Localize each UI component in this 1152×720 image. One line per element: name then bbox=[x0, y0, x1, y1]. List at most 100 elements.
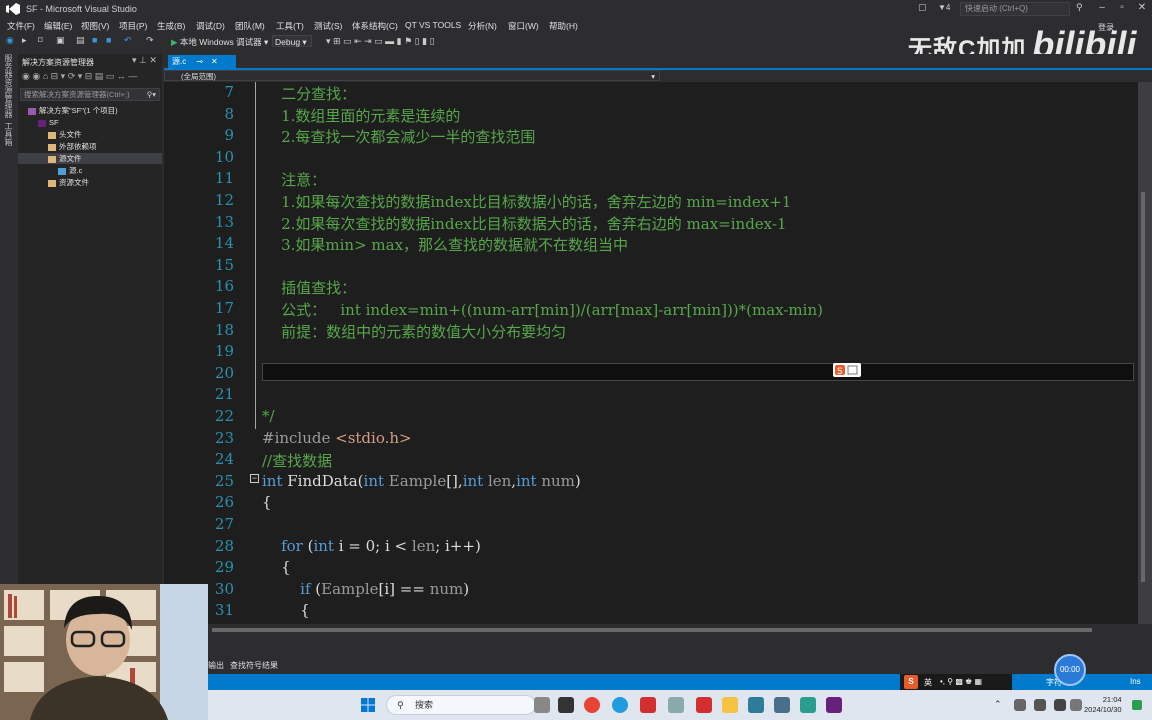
menu-edit[interactable]: 编辑(E) bbox=[44, 20, 72, 32]
redo-icon[interactable]: ↷ bbox=[146, 35, 154, 46]
tray-app-icon[interactable] bbox=[1034, 699, 1046, 711]
tray-app-icon[interactable] bbox=[1014, 699, 1026, 711]
menu-build[interactable]: 生成(B) bbox=[157, 20, 185, 32]
code-token: int bbox=[262, 471, 283, 490]
taskbar-search-box[interactable]: ⚲ 搜索 bbox=[386, 695, 536, 715]
line-number: 13 bbox=[214, 212, 234, 231]
toolbox-tab[interactable]: 工具箱 bbox=[4, 122, 14, 146]
panel-pin-icon[interactable]: ▾ ⊥ ✕ bbox=[132, 55, 157, 66]
menu-debug[interactable]: 调试(D) bbox=[196, 20, 225, 32]
undo-icon[interactable]: ↶ bbox=[124, 35, 132, 46]
code-token: */ bbox=[262, 407, 275, 425]
line-number: 7 bbox=[224, 83, 234, 101]
menu-analyze[interactable]: 分析(N) bbox=[468, 20, 497, 32]
menu-tools[interactable]: 工具(T) bbox=[276, 20, 304, 32]
sign-in-link[interactable]: 登录 bbox=[1098, 22, 1114, 33]
menu-window[interactable]: 窗口(W) bbox=[508, 20, 539, 32]
search-icon[interactable]: ⚲ bbox=[1076, 2, 1083, 13]
menu-qt-vs-tools[interactable]: QT VS TOOLS bbox=[405, 20, 461, 30]
tray-app-icon[interactable] bbox=[1054, 699, 1066, 711]
sogou-ime-icon[interactable]: S bbox=[904, 675, 918, 689]
maximize-button[interactable]: ▫ bbox=[1112, 2, 1132, 16]
clock-time: 21:04 bbox=[1102, 695, 1122, 704]
menu-view[interactable]: 视图(V) bbox=[81, 20, 109, 32]
ime-language-indicator[interactable]: 英 bbox=[924, 677, 932, 688]
visual-studio-taskbar-icon[interactable] bbox=[826, 697, 842, 713]
tab-find-symbol-results[interactable]: 查找符号结果 bbox=[230, 660, 278, 671]
tab-source-c[interactable]: 源.c ⊸ ✕ bbox=[168, 55, 236, 68]
open-file-icon[interactable]: ▤ bbox=[76, 35, 85, 46]
scrollbar-thumb[interactable] bbox=[1141, 192, 1145, 582]
tree-item[interactable]: 源.c bbox=[18, 165, 162, 176]
recording-timer[interactable]: 00:00 bbox=[1054, 654, 1086, 686]
task-view-icon[interactable] bbox=[558, 697, 574, 713]
wps-office-icon[interactable] bbox=[696, 697, 712, 713]
tree-item[interactable]: 解决方案"SF"(1 个项目) bbox=[18, 105, 162, 116]
editor-vertical-scrollbar[interactable] bbox=[1138, 82, 1152, 624]
close-button[interactable]: ✕ bbox=[1132, 2, 1152, 16]
code-token: ( bbox=[302, 536, 314, 555]
pin-icon[interactable]: ⊸ bbox=[196, 57, 203, 66]
scope-dropdown[interactable]: (全局范围) ▾ bbox=[164, 70, 660, 81]
start-debugging-button[interactable]: ▶ 本地 Windows 调试器 ▾ bbox=[171, 36, 268, 48]
minimize-button[interactable]: – bbox=[1092, 2, 1112, 16]
taskbar-app-icon[interactable] bbox=[800, 697, 816, 713]
tree-item[interactable]: 资源文件 bbox=[18, 177, 162, 188]
taskbar-app-icon[interactable] bbox=[668, 697, 684, 713]
windows-taskbar: ⚲ 搜索 ⌃ 21:04 2024/10/30 bbox=[208, 690, 1152, 720]
windows-start-icon[interactable] bbox=[360, 697, 376, 713]
code-line: //查找数据 bbox=[262, 450, 332, 471]
code-token: 二分查找： bbox=[262, 85, 357, 103]
project-icon bbox=[38, 119, 46, 127]
menu-team[interactable]: 团队(M) bbox=[235, 20, 265, 32]
solution-config-dropdown[interactable]: Debug ▾ bbox=[272, 35, 312, 47]
notification-icon[interactable] bbox=[1132, 700, 1142, 710]
menu-project[interactable]: 项目(P) bbox=[119, 20, 147, 32]
current-line-highlight bbox=[262, 363, 1134, 381]
menu-file[interactable]: 文件(F) bbox=[7, 20, 35, 32]
history-icon[interactable]: ⌑ bbox=[38, 35, 43, 46]
tree-item[interactable]: SF bbox=[18, 117, 162, 128]
feedback-icon[interactable]: ▢ bbox=[918, 2, 927, 13]
quick-launch-input[interactable]: 快速启动 (Ctrl+Q) bbox=[960, 2, 1070, 16]
tree-item[interactable]: 外部依赖项 bbox=[18, 141, 162, 152]
settings-icon[interactable] bbox=[774, 697, 790, 713]
tab-close-icon[interactable]: ✕ bbox=[211, 57, 218, 66]
edge-icon[interactable] bbox=[612, 697, 628, 713]
ime-tools-icon[interactable]: •, ⚲ ▩ ♚ ▦ bbox=[940, 677, 982, 686]
menu-architecture[interactable]: 体系结构(C) bbox=[352, 20, 398, 32]
nav-forward-icon[interactable]: ▸ bbox=[22, 35, 27, 46]
nav-back-icon[interactable]: ◉ bbox=[6, 35, 14, 46]
save-all-icon[interactable]: ■ bbox=[106, 35, 111, 45]
toolbar-extra-icon[interactable]: ▾ ⊞ ▭ ⇤ ⇥ ▭ ▬ ▮ ⚑ ▯ ▮ ▯ bbox=[326, 36, 435, 47]
wps-icon[interactable] bbox=[640, 697, 656, 713]
new-project-icon[interactable]: ▣ bbox=[56, 35, 65, 46]
menu-test[interactable]: 测试(S) bbox=[314, 20, 342, 32]
server-explorer-tab[interactable]: 服务器资源管理器 bbox=[4, 54, 14, 118]
taskbar-app-icon[interactable] bbox=[748, 697, 764, 713]
code-line: 公式： int index=min+((num-arr[min])/(arr[m… bbox=[262, 299, 823, 320]
network-icon[interactable] bbox=[1070, 699, 1082, 711]
menu-help[interactable]: 帮助(H) bbox=[549, 20, 578, 32]
solution-explorer-toolbar[interactable]: ◉ ◉ ⌂ ⊟ ▾ ⟳ ▾ ⊟ ▤ ▭ ↔ — bbox=[22, 71, 137, 82]
editor-horizontal-scrollbar[interactable] bbox=[164, 624, 1138, 636]
save-icon[interactable]: ■ bbox=[92, 35, 97, 45]
taskbar-clock[interactable]: 21:04 2024/10/30 bbox=[1084, 695, 1122, 715]
taskbar-app-icon[interactable] bbox=[534, 697, 550, 713]
tree-item[interactable]: 头文件 bbox=[18, 129, 162, 140]
notification-flag-icon[interactable]: ▼4 bbox=[938, 3, 950, 12]
collapse-region-button[interactable]: − bbox=[250, 474, 259, 483]
tree-item[interactable]: 源文件 bbox=[18, 153, 162, 164]
line-number: 29 bbox=[214, 558, 234, 577]
solution-search-input[interactable]: 搜索解决方案资源管理器(Ctrl+;) ⚲▾ bbox=[20, 88, 160, 101]
line-number: 17 bbox=[214, 299, 234, 317]
code-token: [i] == bbox=[378, 579, 430, 598]
file-explorer-icon[interactable] bbox=[722, 697, 738, 713]
tab-output[interactable]: 输出 bbox=[208, 660, 224, 671]
code-editor[interactable]: S − 7 二分查找： 8 1.数组里面的元素是连续的 9 2.每查找一次都会减少一… bbox=[164, 82, 1138, 624]
code-token: #include bbox=[262, 428, 336, 447]
chrome-icon[interactable] bbox=[584, 697, 600, 713]
tray-chevron-icon[interactable]: ⌃ bbox=[994, 699, 1002, 710]
scrollbar-thumb[interactable] bbox=[212, 628, 1092, 632]
line-number: 20 bbox=[214, 363, 234, 382]
